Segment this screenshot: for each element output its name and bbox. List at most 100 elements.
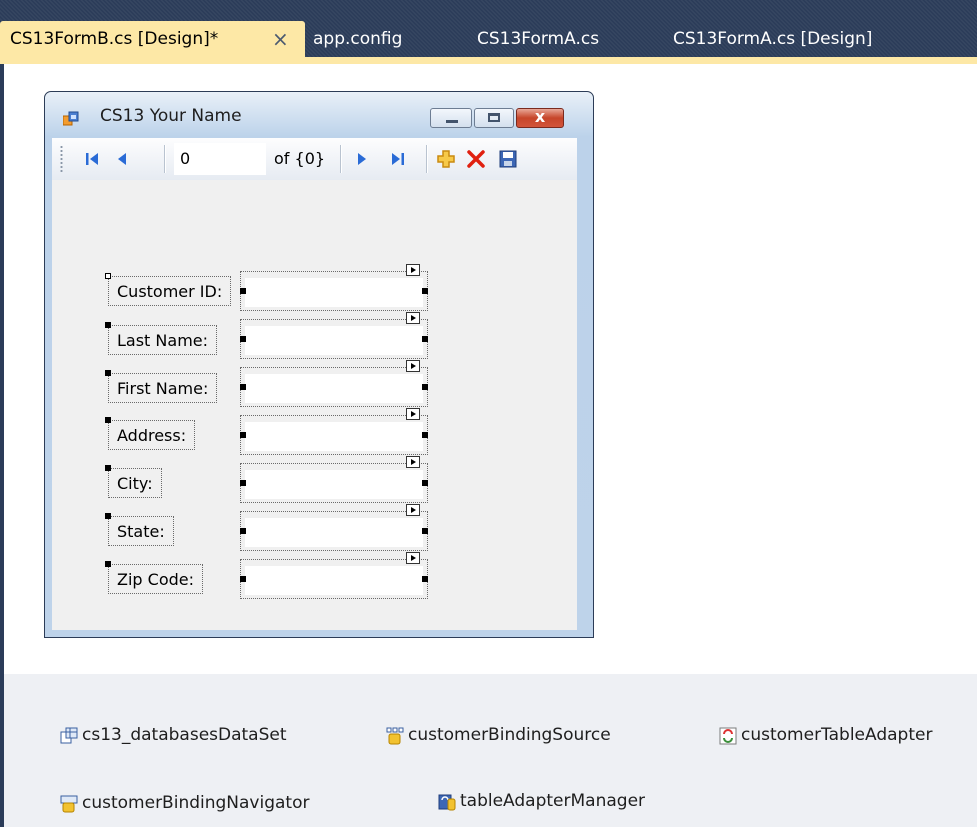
close-tab-icon[interactable]: × [272,21,289,57]
first-name-textbox[interactable] [240,360,428,407]
save-icon[interactable] [498,149,518,169]
resize-handle[interactable] [422,432,428,438]
maximize-button[interactable] [474,108,514,128]
selection-handle[interactable] [105,465,111,471]
close-button[interactable]: x [516,107,564,128]
field-label-text: First Name: [117,379,209,398]
dataset-icon [60,727,78,744]
smart-tag-arrow-icon[interactable] [406,408,420,420]
tray-item-label: cs13_databasesDataSet [82,725,287,745]
zip-code-textbox[interactable] [240,552,428,599]
move-previous-icon[interactable] [112,149,132,169]
customer-id-textbox[interactable] [240,264,428,311]
table-adapter-manager-icon [438,794,456,811]
resize-handle[interactable] [240,432,246,438]
binding-navigator-toolbar[interactable]: 0 of {0} [52,138,577,180]
resize-handle[interactable] [422,480,428,486]
first-name-label[interactable]: First Name: [105,370,218,403]
form-client-area[interactable]: 0 of {0} Customer ID: Last Name: First N… [52,138,577,630]
tab-strip-underline [0,57,977,64]
resize-handle[interactable] [240,528,246,534]
tab-label: CS13FormA.cs [477,29,600,49]
textbox-input[interactable] [245,518,423,547]
smart-tag-arrow-icon[interactable] [406,552,420,564]
state-label[interactable]: State: [105,513,174,546]
binding-source-icon [386,727,404,745]
designer-form-window[interactable]: CS13 Your Name x 0 of {0} Customer ID: L… [44,91,594,638]
binding-navigator-icon [60,795,78,813]
tab-label: CS13FormA.cs [Design] [673,29,873,49]
window-buttons: x [430,107,582,130]
resize-handle[interactable] [240,288,246,294]
textbox-input[interactable] [245,470,423,499]
smart-tag-arrow-icon[interactable] [406,264,420,276]
smart-tag-arrow-icon[interactable] [406,456,420,468]
tab-cs13forma-design[interactable]: CS13FormA.cs [Design] [673,21,872,57]
resize-handle[interactable] [240,480,246,486]
minimize-button[interactable] [430,108,472,128]
textbox-input[interactable] [245,278,423,307]
tray-item-label: customerTableAdapter [741,725,933,745]
selection-handle[interactable] [105,370,111,376]
table-adapter-icon [719,727,737,745]
resize-handle[interactable] [422,288,428,294]
field-label-text: Zip Code: [117,570,194,589]
toolbar-separator [340,145,342,173]
tab-app-config[interactable]: app.config [313,21,402,57]
city-textbox[interactable] [240,456,428,503]
count-item-label: of {0} [274,149,326,168]
selection-handle[interactable] [105,513,111,519]
field-label-text: Last Name: [117,331,209,350]
selection-handle[interactable] [105,561,111,567]
selection-handle[interactable] [105,417,111,423]
form-app-icon [63,111,79,126]
smart-tag-arrow-icon[interactable] [406,312,420,324]
component-tray[interactable]: cs13_databasesDataSet customerBindingSou… [4,674,977,827]
close-glyph: x [534,107,546,126]
smart-tag-arrow-icon[interactable] [406,360,420,372]
document-tab-strip: CS13FormB.cs [Design]* × app.config CS13… [0,0,977,64]
move-first-icon[interactable] [82,149,102,169]
resize-handle[interactable] [240,384,246,390]
tray-item-label: tableAdapterManager [460,791,646,811]
resize-handle[interactable] [422,336,428,342]
address-textbox[interactable] [240,408,428,455]
toolbar-grip[interactable] [60,145,63,173]
toolbar-separator [164,145,166,173]
field-label-text: Customer ID: [117,282,223,301]
city-label[interactable]: City: [105,465,162,498]
resize-handle[interactable] [240,336,246,342]
delete-icon[interactable] [466,149,486,169]
tab-label: app.config [313,29,403,49]
field-label-text: Address: [117,426,187,445]
textbox-input[interactable] [245,422,423,451]
position-item-textbox[interactable]: 0 [174,143,266,175]
tray-item-label: customerBindingSource [408,725,611,745]
field-label-text: State: [117,522,165,541]
resize-handle[interactable] [240,576,246,582]
smart-tag-arrow-icon[interactable] [406,504,420,516]
customer-id-label[interactable]: Customer ID: [105,273,232,306]
move-last-icon[interactable] [388,149,408,169]
form-title: CS13 Your Name [100,106,242,126]
selection-handle[interactable] [105,322,111,328]
move-next-icon[interactable] [352,149,372,169]
resize-handle[interactable] [422,576,428,582]
textbox-input[interactable] [245,326,423,355]
zip-code-label[interactable]: Zip Code: [105,561,203,594]
toolbar-separator [426,145,428,173]
tab-cs13formb-design[interactable]: CS13FormB.cs [Design]* × [0,21,305,57]
textbox-input[interactable] [245,566,423,595]
resize-handle[interactable] [105,273,111,279]
add-new-icon[interactable] [436,149,456,169]
tab-label: CS13FormB.cs [Design]* [10,29,219,49]
state-textbox[interactable] [240,504,428,551]
address-label[interactable]: Address: [105,417,196,450]
last-name-textbox[interactable] [240,312,428,359]
resize-handle[interactable] [422,528,428,534]
last-name-label[interactable]: Last Name: [105,322,218,355]
textbox-input[interactable] [245,374,423,403]
field-label-text: City: [117,474,153,493]
tab-cs13forma-cs[interactable]: CS13FormA.cs [477,21,599,57]
resize-handle[interactable] [422,384,428,390]
